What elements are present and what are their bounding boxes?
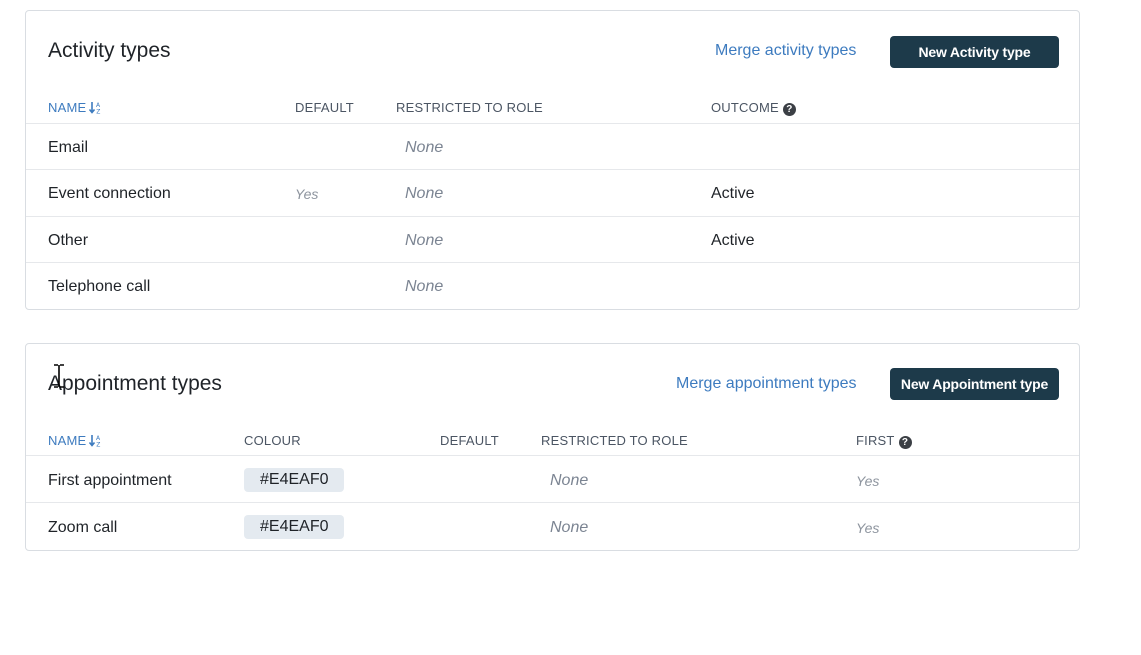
row-outcome: Active: [711, 232, 755, 249]
table-row[interactable]: Email None: [26, 123, 1079, 170]
row-first: Yes: [856, 473, 880, 489]
row-default: Yes: [295, 186, 319, 202]
colour-chip: #E4EAF0: [244, 515, 345, 539]
colour-chip: #E4EAF0: [244, 468, 345, 492]
activity-types-title: Activity types: [48, 39, 171, 62]
row-restricted: None: [550, 472, 589, 489]
column-header-outcome-label: OUTCOME: [711, 100, 779, 115]
sort-alpha-icon[interactable]: AZ: [89, 434, 103, 450]
new-appointment-type-button[interactable]: New Appointment type: [890, 368, 1059, 400]
table-row[interactable]: First appointment #E4EAF0 None Yes: [26, 455, 1079, 503]
row-name: Telephone call: [48, 278, 151, 295]
row-outcome: Active: [711, 185, 755, 202]
column-header-restricted: RESTRICTED TO ROLE: [541, 433, 688, 448]
row-restricted: None: [405, 278, 444, 295]
merge-appointment-types-link[interactable]: Merge appointment types: [676, 375, 857, 393]
row-restricted: None: [405, 232, 444, 249]
column-header-restricted: RESTRICTED TO ROLE: [396, 100, 543, 115]
column-header-outcome: OUTCOME?: [711, 100, 796, 116]
row-name: Event connection: [48, 185, 171, 202]
column-header-first-label: FIRST: [856, 433, 895, 448]
table-row[interactable]: Event connection Yes None Active: [26, 169, 1079, 216]
new-activity-type-button[interactable]: New Activity type: [890, 36, 1059, 68]
question-circle-icon[interactable]: ?: [898, 436, 912, 449]
activity-types-panel: Activity types Merge activity types New …: [25, 10, 1080, 310]
row-restricted: None: [405, 139, 444, 156]
svg-text:Z: Z: [97, 442, 101, 448]
column-header-first: FIRST?: [856, 433, 912, 449]
row-restricted: None: [550, 519, 589, 536]
row-restricted: None: [405, 185, 444, 202]
row-first: Yes: [856, 520, 880, 536]
column-header-default: DEFAULT: [440, 433, 499, 448]
row-name: Email: [48, 139, 89, 156]
sort-alpha-icon[interactable]: AZ: [89, 101, 103, 117]
column-header-name[interactable]: NAME A Z: [48, 433, 103, 450]
column-header-name-label: NAME: [48, 433, 87, 448]
text-cursor-icon: [52, 364, 66, 393]
table-row[interactable]: Zoom call #E4EAF0 None Yes: [26, 502, 1079, 550]
row-name: Other: [48, 232, 89, 249]
appointment-types-title: Appointment types: [48, 372, 222, 395]
merge-activity-types-link[interactable]: Merge activity types: [715, 42, 856, 60]
column-header-name[interactable]: NAME A Z: [48, 100, 103, 117]
appointment-types-panel: Appointment types Merge appointment type…: [25, 343, 1080, 551]
svg-text:Z: Z: [97, 109, 101, 115]
row-name: First appointment: [48, 472, 172, 489]
row-name: Zoom call: [48, 519, 118, 536]
question-circle-icon[interactable]: ?: [782, 103, 796, 116]
column-header-colour: COLOUR: [244, 433, 301, 448]
table-row[interactable]: Telephone call None: [26, 262, 1079, 309]
column-header-default: DEFAULT: [295, 100, 354, 115]
table-row[interactable]: Other None Active: [26, 216, 1079, 263]
column-header-name-label: NAME: [48, 100, 87, 115]
